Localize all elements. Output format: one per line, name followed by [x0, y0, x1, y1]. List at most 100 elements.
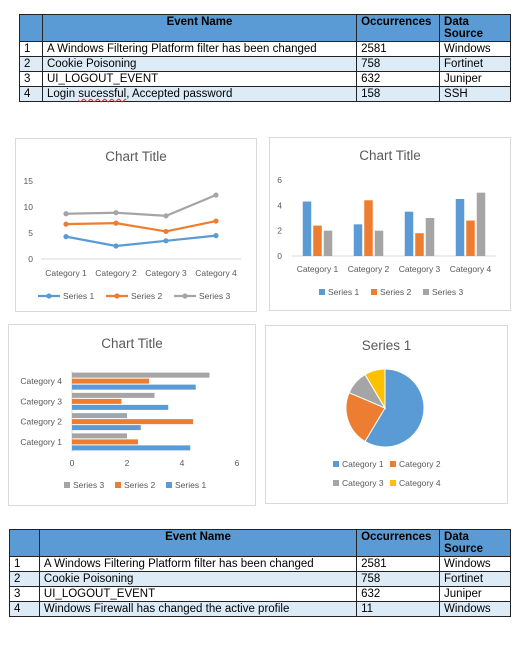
row-event-name: A Windows Filtering Platform filter has … [38, 556, 358, 572]
line-chart-plot: 0 5 10 15 Category 1 Category 2 Category 3 Cate… [24, 176, 241, 301]
row-occurrences: 632 [356, 71, 441, 87]
header-index [19, 14, 43, 42]
column-chart[interactable]: Chart Title 0 2 4 6 Category 1 Category 2 Cate… [269, 137, 511, 311]
row-event-name: UI_LOGOUT_EVENT [38, 586, 358, 602]
bar [72, 439, 138, 445]
header-data-source: Data Source [439, 529, 511, 557]
y-tick-label: Category 2 [20, 417, 62, 427]
data-point [63, 221, 69, 227]
bar [364, 200, 373, 256]
data-point [163, 228, 169, 235]
data-point [213, 192, 219, 198]
row-data-source: Fortinet [439, 571, 511, 587]
bar [72, 404, 169, 410]
y-tick-label: 6 [277, 175, 282, 185]
bar [72, 378, 149, 384]
row-data-source: Windows [439, 556, 511, 572]
bar [72, 425, 141, 431]
row-occurrences: 2581 [356, 556, 441, 572]
y-tick-label: 15 [24, 176, 34, 186]
legend-swatch [390, 480, 396, 486]
legend-label: Series 2 [131, 291, 162, 301]
header-event-name: Event Name [41, 14, 358, 42]
row-data-source: Windows [439, 601, 511, 617]
row-index: 3 [19, 71, 43, 87]
table-row: 3 UI_LOGOUT_EVENT 632 Juniper [19, 71, 511, 87]
x-tick-label: 2 [125, 458, 130, 468]
row-event-name: Cookie Poisoning [38, 571, 358, 587]
x-tick-label: 0 [70, 458, 75, 468]
row-index: 1 [19, 41, 43, 57]
y-tick-label: Category 3 [20, 396, 62, 406]
bar [425, 218, 435, 256]
bar [72, 419, 193, 425]
legend-label: Series 1 [63, 291, 94, 301]
line-chart[interactable]: Chart Title 0 5 10 15 Category 1 Category 2 Ca… [15, 138, 257, 312]
x-tick-label: Category 1 [45, 268, 87, 278]
data-point [213, 218, 219, 224]
legend-point-marker [114, 293, 120, 299]
legend-swatch [371, 289, 377, 295]
row-event-name: Login sucessful, Accepted password [41, 86, 358, 102]
row-index: 4 [19, 86, 43, 102]
y-tick-label: 2 [277, 226, 282, 236]
bar [415, 233, 424, 256]
bar [466, 220, 475, 256]
legend-label: Series 1 [328, 287, 359, 297]
legend-point-marker [46, 293, 52, 299]
legend-swatch [333, 461, 339, 467]
data-point [63, 234, 69, 240]
table-header-row: Event Name Occurrences Data Source [9, 529, 511, 557]
table-row: 2 Cookie Poisoning 758 Fortinet [19, 56, 511, 72]
bar [353, 224, 363, 256]
header-occurrences: Occurrences [356, 14, 441, 42]
row-index: 2 [9, 571, 40, 587]
row-occurrences: 2581 [356, 41, 441, 57]
data-point [163, 213, 169, 219]
bar [302, 201, 312, 256]
column-chart-plot: 0 2 4 6 Category 1 Category 2 Category 3 Catego… [277, 175, 496, 297]
legend-point-marker [182, 293, 188, 299]
row-event-name: A Windows Filtering Platform filter has … [41, 41, 358, 57]
pie-chart[interactable]: Series 1 Category 1 Category 2 Category 3C… [265, 325, 508, 504]
horizontal-bar-chart[interactable]: Chart Title 0 2 4 6 Category 1 Category 2 Cate… [8, 324, 256, 506]
data-point [163, 238, 169, 244]
legend-label: Category 3 [342, 478, 384, 488]
bar [72, 433, 127, 439]
table-row: 1 A Windows Filtering Platform filter ha… [9, 556, 511, 572]
row-occurrences: 758 [356, 56, 441, 72]
bar [374, 230, 384, 256]
table-row: 4 Windows Firewall has changed the activ… [9, 601, 511, 617]
bar [72, 372, 210, 378]
row-index: 3 [9, 586, 40, 602]
legend-swatch [333, 480, 339, 486]
row-occurrences: 632 [356, 586, 441, 602]
header-index [9, 529, 40, 557]
header-data-source: Data Source [439, 14, 511, 42]
legend-swatch [423, 289, 429, 295]
legend-label: Series 3 [73, 480, 104, 490]
legend-label: Series 1 [175, 480, 206, 490]
row-event-name: Cookie Poisoning [41, 56, 358, 72]
legend-label: Category 2 [399, 459, 441, 469]
row-data-source: SSH [439, 86, 511, 102]
legend-label: Series 2 [380, 287, 411, 297]
x-tick-label: Category 4 [450, 264, 492, 274]
y-tick-label: Category 1 [20, 437, 62, 447]
x-tick-label: 6 [235, 458, 240, 468]
row-event-name: Windows Firewall has changed the active … [38, 601, 358, 617]
legend-swatch [319, 289, 325, 295]
y-tick-label: 0 [277, 251, 282, 261]
row-occurrences: 11 [356, 601, 441, 617]
legend-label: Series 3 [432, 287, 463, 297]
legend-swatch [390, 461, 396, 467]
series-line [65, 234, 217, 248]
row-index: 1 [9, 556, 40, 572]
row-data-source: Juniper [439, 71, 511, 87]
y-tick-label: 0 [28, 254, 33, 264]
header-event-name: Event Name [38, 529, 358, 557]
pie-chart-plot: Category 1 Category 2 Category 3 Category 4 [333, 368, 441, 488]
row-data-source: Windows [439, 41, 511, 57]
bar [323, 230, 333, 256]
x-tick-label: Category 2 [348, 264, 390, 274]
